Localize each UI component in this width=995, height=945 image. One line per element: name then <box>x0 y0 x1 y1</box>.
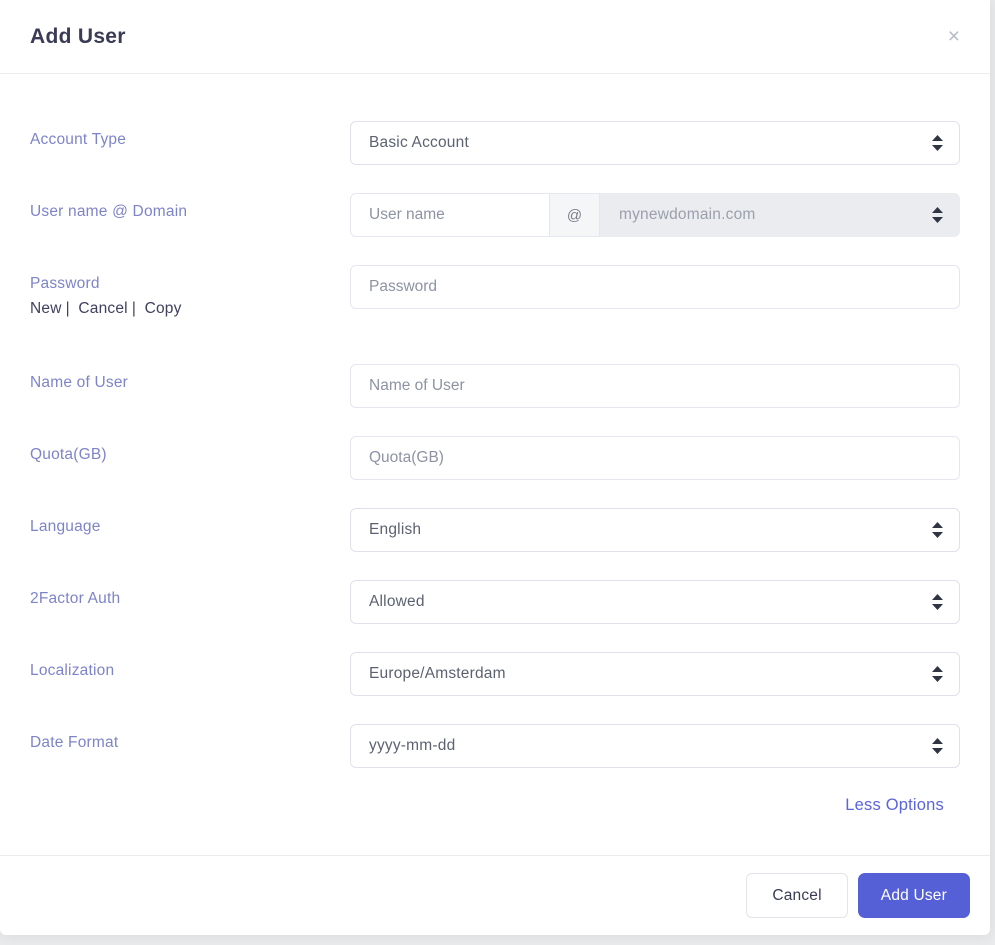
updown-arrow-icon <box>932 594 943 610</box>
updown-arrow-icon <box>932 207 943 223</box>
action-separator: | <box>62 300 74 317</box>
add-user-button[interactable]: Add User <box>858 873 970 918</box>
password-label: Password <box>30 275 350 293</box>
cancel-button[interactable]: Cancel <box>746 873 847 918</box>
add-user-modal: Add User × Account Type Basic Account <box>0 0 990 935</box>
username-input[interactable] <box>350 193 550 237</box>
localization-select[interactable]: Europe/Amsterdam <box>350 652 960 696</box>
updown-arrow-icon <box>932 522 943 538</box>
localization-label: Localization <box>30 662 350 680</box>
two-factor-label: 2Factor Auth <box>30 590 350 608</box>
row-name-of-user: Name of User <box>30 364 960 408</box>
username-domain-label: User name @ Domain <box>30 203 350 221</box>
domain-select[interactable]: mynewdomain.com <box>600 193 960 237</box>
date-format-value: yyyy-mm-dd <box>369 737 455 755</box>
action-separator: | <box>128 300 140 317</box>
language-label: Language <box>30 518 350 536</box>
row-date-format: Date Format yyyy-mm-dd <box>30 724 960 768</box>
row-two-factor: 2Factor Auth Allowed <box>30 580 960 624</box>
updown-arrow-icon <box>932 135 943 151</box>
date-format-label: Date Format <box>30 734 350 752</box>
password-input[interactable] <box>350 265 960 309</box>
password-new-link[interactable]: New <box>30 300 62 317</box>
updown-arrow-icon <box>932 666 943 682</box>
account-type-label: Account Type <box>30 131 350 149</box>
password-cancel-link[interactable]: Cancel <box>78 300 127 317</box>
row-quota: Quota(GB) <box>30 436 960 480</box>
language-value: English <box>369 521 421 539</box>
password-actions: New| Cancel| Copy <box>30 300 350 318</box>
modal-title: Add User <box>30 25 126 49</box>
date-format-select[interactable]: yyyy-mm-dd <box>350 724 960 768</box>
updown-arrow-icon <box>932 738 943 754</box>
close-icon[interactable]: × <box>948 26 960 47</box>
row-password: Password New| Cancel| Copy <box>30 265 960 318</box>
row-username-domain: User name @ Domain @ mynewdomain.com <box>30 193 960 237</box>
name-of-user-input[interactable] <box>350 364 960 408</box>
localization-value: Europe/Amsterdam <box>369 665 506 683</box>
quota-label: Quota(GB) <box>30 446 350 464</box>
account-type-select[interactable]: Basic Account <box>350 121 960 165</box>
quota-input[interactable] <box>350 436 960 480</box>
language-select[interactable]: English <box>350 508 960 552</box>
two-factor-select[interactable]: Allowed <box>350 580 960 624</box>
row-account-type: Account Type Basic Account <box>30 121 960 165</box>
less-options-link[interactable]: Less Options <box>845 796 944 815</box>
row-language: Language English <box>30 508 960 552</box>
modal-header: Add User × <box>0 0 990 74</box>
modal-body: Account Type Basic Account User name @ D… <box>0 74 990 855</box>
two-factor-value: Allowed <box>369 593 425 611</box>
modal-footer: Cancel Add User <box>0 855 990 935</box>
row-localization: Localization Europe/Amsterdam <box>30 652 960 696</box>
account-type-value: Basic Account <box>369 134 469 152</box>
password-copy-link[interactable]: Copy <box>145 300 182 317</box>
at-separator: @ <box>550 193 600 237</box>
name-of-user-label: Name of User <box>30 374 350 392</box>
domain-value: mynewdomain.com <box>619 206 756 224</box>
